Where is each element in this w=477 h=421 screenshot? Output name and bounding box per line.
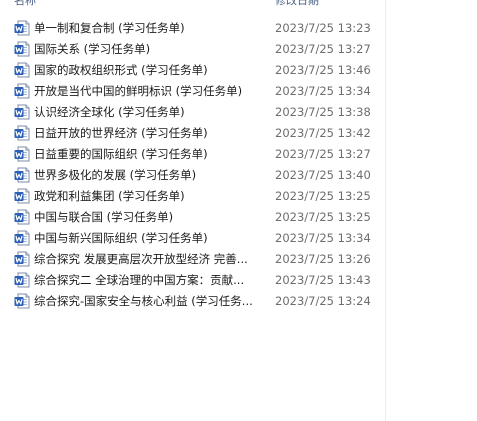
file-date: 2023/7/25 13:24 [275,294,371,308]
file-name: 单一制和复合制 (学习任务单) [34,21,185,35]
file-name: 认识经济全球化 (学习任务单) [34,105,185,119]
pane-divider [385,0,386,421]
file-row[interactable]: 国家的政权组织形式 (学习任务单) 2023/7/25 13:46 [0,60,385,81]
word-document-icon [14,209,30,225]
file-row[interactable]: 国际关系 (学习任务单) 2023/7/25 13:27 [0,39,385,60]
word-document-icon [14,230,30,246]
file-row[interactable]: 中国与联合国 (学习任务单) 2023/7/25 13:25 [0,207,385,228]
file-date: 2023/7/25 13:42 [275,126,371,140]
file-row[interactable]: 日益开放的世界经济 (学习任务单) 2023/7/25 13:42 [0,123,385,144]
file-name: 中国与新兴国际组织 (学习任务单) [34,231,208,245]
file-name: 综合探究二 全球治理的中国方案：贡献... [34,273,245,287]
file-name: 国际关系 (学习任务单) [34,42,151,56]
file-row[interactable]: 开放是当代中国的鲜明标识 (学习任务单) 2023/7/25 13:34 [0,81,385,102]
file-date: 2023/7/25 13:23 [275,21,371,35]
file-date: 2023/7/25 13:26 [275,252,371,266]
file-name: 世界多极化的发展 (学习任务单) [34,168,197,182]
file-name: 政党和利益集团 (学习任务单) [34,189,185,203]
word-document-icon [14,272,30,288]
word-document-icon [14,251,30,267]
file-name: 日益重要的国际组织 (学习任务单) [34,147,208,161]
word-document-icon [14,83,30,99]
file-row[interactable]: 世界多极化的发展 (学习任务单) 2023/7/25 13:40 [0,165,385,186]
file-name: 开放是当代中国的鲜明标识 (学习任务单) [34,84,243,98]
file-name: 国家的政权组织形式 (学习任务单) [34,63,208,77]
file-row[interactable]: 单一制和复合制 (学习任务单) 2023/7/25 13:23 [0,18,385,39]
file-name: 中国与联合国 (学习任务单) [34,210,174,224]
file-date: 2023/7/25 13:46 [275,63,371,77]
word-document-icon [14,41,30,57]
file-row[interactable]: 综合探究-国家安全与核心利益 (学习任务... 2023/7/25 13:24 [0,291,385,312]
file-list: 单一制和复合制 (学习任务单) 2023/7/25 13:23 国际关系 (学习… [0,18,385,312]
column-header-date[interactable]: 修改日期 [275,0,319,8]
file-date: 2023/7/25 13:34 [275,84,371,98]
file-row[interactable]: 中国与新兴国际组织 (学习任务单) 2023/7/25 13:34 [0,228,385,249]
word-document-icon [14,62,30,78]
word-document-icon [14,20,30,36]
file-row[interactable]: 综合探究 发展更高层次开放型经济 完善... 2023/7/25 13:26 [0,249,385,270]
word-document-icon [14,146,30,162]
file-date: 2023/7/25 13:25 [275,189,371,203]
file-name: 日益开放的世界经济 (学习任务单) [34,126,208,140]
file-row[interactable]: 政党和利益集团 (学习任务单) 2023/7/25 13:25 [0,186,385,207]
file-date: 2023/7/25 13:43 [275,273,371,287]
file-row[interactable]: 认识经济全球化 (学习任务单) 2023/7/25 13:38 [0,102,385,123]
column-header-name[interactable]: 名称 [14,0,36,8]
file-date: 2023/7/25 13:27 [275,42,371,56]
word-document-icon [14,188,30,204]
file-date: 2023/7/25 13:34 [275,231,371,245]
file-date: 2023/7/25 13:25 [275,210,371,224]
file-name: 综合探究-国家安全与核心利益 (学习任务... [34,294,253,308]
file-row[interactable]: 综合探究二 全球治理的中国方案：贡献... 2023/7/25 13:43 [0,270,385,291]
word-document-icon [14,293,30,309]
file-date: 2023/7/25 13:40 [275,168,371,182]
file-date: 2023/7/25 13:27 [275,147,371,161]
file-date: 2023/7/25 13:38 [275,105,371,119]
word-document-icon [14,125,30,141]
column-header: 名称 修改日期 [0,0,477,8]
word-document-icon [14,167,30,183]
file-list-pane: 名称 修改日期 单一制和复合制 (学习任务单) 2023/7/25 13:23 … [0,0,477,421]
word-document-icon [14,104,30,120]
file-row[interactable]: 日益重要的国际组织 (学习任务单) 2023/7/25 13:27 [0,144,385,165]
file-name: 综合探究 发展更高层次开放型经济 完善... [34,252,248,266]
